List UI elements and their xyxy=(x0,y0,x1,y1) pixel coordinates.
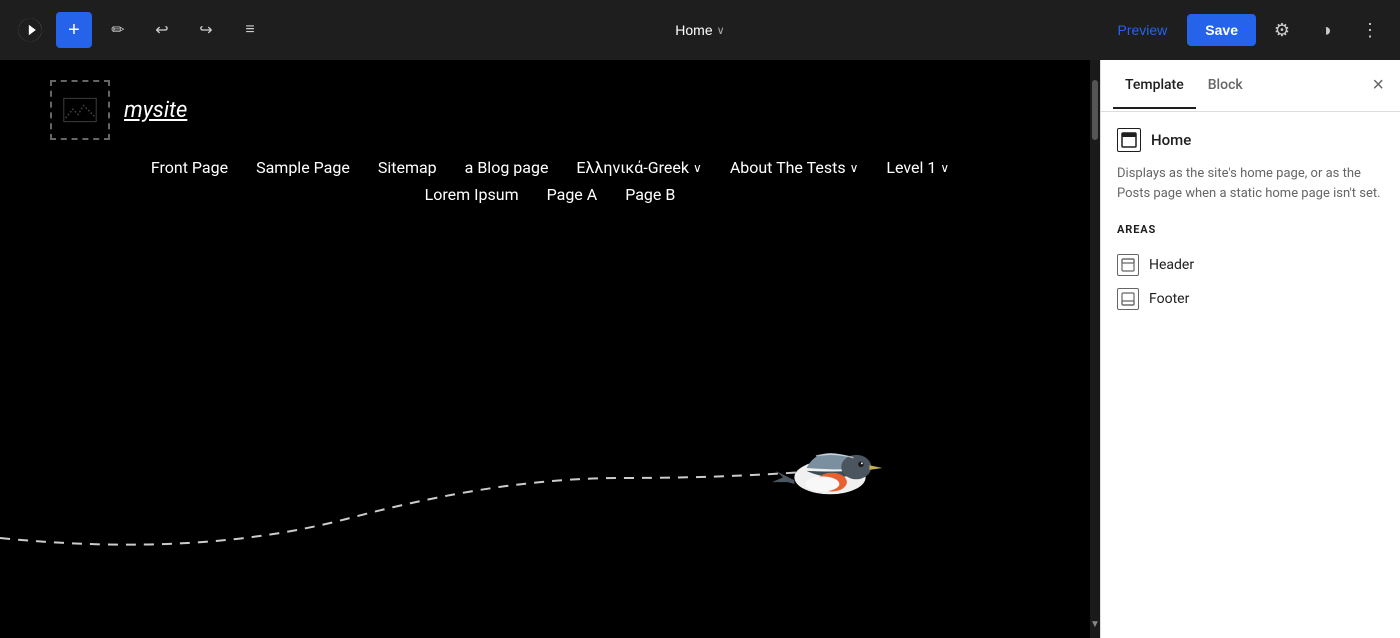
template-home-desc: Displays as the site's home page, or as … xyxy=(1117,164,1384,203)
redo-button[interactable]: ↪ xyxy=(188,12,224,48)
areas-section: AREAS Header xyxy=(1117,223,1384,316)
flight-path xyxy=(0,378,1100,558)
main-area: mysite Front Page Sample Page Sitemap a … xyxy=(0,60,1400,638)
site-name: mysite xyxy=(124,98,187,123)
scroll-down-indicator: ▼ xyxy=(1090,619,1100,630)
template-home-icon xyxy=(1117,128,1141,152)
contrast-button[interactable]: ◑ xyxy=(1308,12,1344,48)
nav-item-front-page[interactable]: Front Page xyxy=(151,158,228,177)
panel-close-button[interactable]: × xyxy=(1368,70,1388,101)
page-title-button[interactable]: Home ∨ xyxy=(665,16,734,44)
canvas-scrollbar[interactable]: ▼ xyxy=(1090,60,1100,638)
tab-template[interactable]: Template xyxy=(1113,63,1196,109)
nav-item-page-b[interactable]: Page B xyxy=(625,185,675,204)
list-view-button[interactable]: ≡ xyxy=(232,12,268,48)
nav-item-blog[interactable]: a Blog page xyxy=(465,158,549,177)
page-title-label: Home xyxy=(675,22,712,38)
chevron-icon: ∨ xyxy=(940,161,949,175)
page-title-area: Home ∨ xyxy=(665,16,734,44)
nav-item-page-a[interactable]: Page A xyxy=(547,185,598,204)
hero-illustration xyxy=(0,358,1100,578)
scrollbar-thumb xyxy=(1092,80,1098,140)
bird-illustration xyxy=(755,413,905,523)
nav-item-lorem-ipsum[interactable]: Lorem Ipsum xyxy=(425,185,519,204)
editor-canvas: mysite Front Page Sample Page Sitemap a … xyxy=(0,60,1100,638)
nav-item-about-tests[interactable]: About The Tests ∨ xyxy=(730,158,859,177)
panel-content: Home Displays as the site's home page, o… xyxy=(1101,112,1400,638)
tab-block[interactable]: Block xyxy=(1196,63,1255,109)
chevron-down-icon: ∨ xyxy=(717,24,725,37)
more-options-button[interactable]: ⋮ xyxy=(1352,12,1388,48)
area-item-footer[interactable]: Footer xyxy=(1117,282,1384,316)
template-home-label: Home xyxy=(1151,131,1191,149)
add-button[interactable]: + xyxy=(56,12,92,48)
main-toolbar: + ✏ ↩ ↪ ≡ Home ∨ Preview Save ⚙ ◑ ⋮ xyxy=(0,0,1400,60)
nav-item-level1[interactable]: Level 1 ∨ xyxy=(886,158,949,177)
right-panel: Template Block × Home Displays as the si… xyxy=(1100,60,1400,638)
nav-item-sample-page[interactable]: Sample Page xyxy=(256,158,350,177)
site-header: mysite Front Page Sample Page Sitemap a … xyxy=(0,60,1100,214)
toolbar-right-actions: Preview Save ⚙ ◑ ⋮ xyxy=(1106,12,1389,48)
nav-item-sitemap[interactable]: Sitemap xyxy=(378,158,437,177)
template-home-item: Home xyxy=(1117,128,1384,152)
site-logo xyxy=(50,80,110,140)
sub-navigation: Lorem Ipsum Page A Page B xyxy=(425,185,676,204)
wp-logo[interactable] xyxy=(12,12,48,48)
footer-area-label: Footer xyxy=(1149,291,1189,307)
undo-button[interactable]: ↩ xyxy=(144,12,180,48)
settings-button[interactable]: ⚙ xyxy=(1264,12,1300,48)
header-area-label: Header xyxy=(1149,257,1194,273)
panel-tabs: Template Block × xyxy=(1101,60,1400,112)
chevron-icon: ∨ xyxy=(850,161,859,175)
main-navigation: Front Page Sample Page Sitemap a Blog pa… xyxy=(151,158,949,177)
preview-button[interactable]: Preview xyxy=(1106,16,1180,44)
save-button[interactable]: Save xyxy=(1187,14,1256,46)
areas-label: AREAS xyxy=(1117,223,1384,236)
template-home-section: Home Displays as the site's home page, o… xyxy=(1117,128,1384,203)
header-area-icon xyxy=(1117,254,1139,276)
site-logo-area: mysite xyxy=(50,80,187,140)
nav-item-greek[interactable]: Ελληνικά-Greek ∨ xyxy=(576,158,701,177)
chevron-icon: ∨ xyxy=(693,161,702,175)
area-item-header[interactable]: Header xyxy=(1117,248,1384,282)
footer-area-icon xyxy=(1117,288,1139,310)
edit-button[interactable]: ✏ xyxy=(100,12,136,48)
